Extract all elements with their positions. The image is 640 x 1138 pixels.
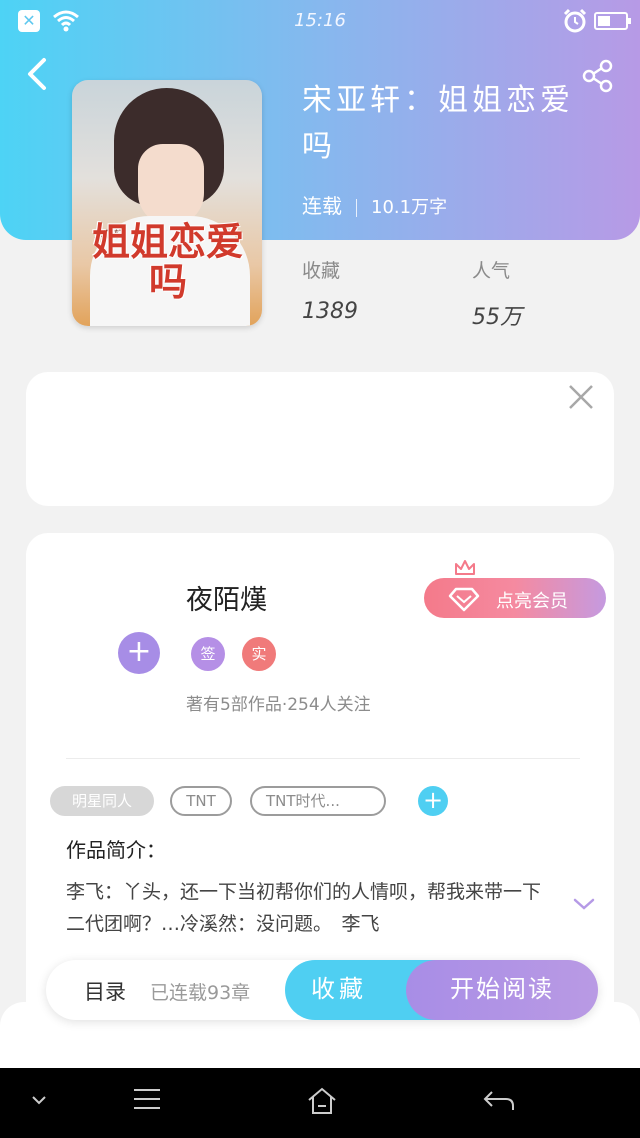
divider xyxy=(356,198,357,217)
word-count: 10.1万字 xyxy=(371,197,448,218)
signed-badge: 签 xyxy=(191,637,225,671)
intro-label: 作品简介： xyxy=(66,838,166,862)
tag-chip[interactable]: TNT时代... xyxy=(250,786,386,816)
author-stats: 著有5部作品·254人关注 xyxy=(186,695,371,715)
serial-status: 连载 xyxy=(302,194,342,218)
chapter-count: 已连载93章 xyxy=(150,982,251,1004)
divider xyxy=(66,758,580,759)
follow-author-button[interactable]: + xyxy=(118,632,160,674)
stat-value: 55万 xyxy=(472,305,522,330)
home-icon[interactable] xyxy=(306,1086,338,1116)
close-icon[interactable] xyxy=(568,384,594,410)
stat-label: 收藏 xyxy=(302,260,341,282)
chevron-down-icon[interactable] xyxy=(572,896,596,912)
book-status-line: 连载 10.1万字 xyxy=(302,190,447,219)
tag-chip[interactable]: TNT xyxy=(170,786,232,816)
book-cover[interactable]: 宋亚轩 姐姐恋爱吗 xyxy=(72,80,262,326)
author-name[interactable]: 夜陌熯 xyxy=(186,578,267,617)
book-title: 宋亚轩：姐姐恋爱吗 xyxy=(302,83,574,164)
chevron-down-icon[interactable] xyxy=(30,1094,48,1106)
add-tag-button[interactable]: + xyxy=(418,786,448,816)
cover-title-art: 姐姐恋爱吗 xyxy=(91,219,244,304)
diamond-icon xyxy=(448,587,480,612)
stat-value: 1389 xyxy=(302,299,358,324)
intro-text: 李飞：丫头，还一下当初帮你们的人情呗，帮我来带一下二代团啊？…冷溪然：没问题。 … xyxy=(66,881,542,935)
crown-icon xyxy=(455,560,475,575)
stat-label: 人气 xyxy=(472,260,511,282)
status-bar: ✕ 15:16 xyxy=(0,0,640,44)
verified-badge: 实 xyxy=(242,637,276,671)
start-reading-button[interactable]: 开始阅读 xyxy=(406,960,598,1020)
stat-favorites: 收藏 1389 xyxy=(302,256,358,324)
alarm-icon xyxy=(563,8,587,33)
toc-button[interactable]: 目录 xyxy=(84,976,126,1006)
tag-chip[interactable]: 明星同人 xyxy=(50,786,154,816)
back-nav-icon[interactable] xyxy=(482,1086,516,1114)
menu-icon[interactable] xyxy=(132,1086,162,1112)
battery-icon xyxy=(594,12,631,30)
status-time: 15:16 xyxy=(294,10,346,31)
vip-button-label: 点亮会员 xyxy=(496,591,568,612)
stat-popularity: 人气 55万 xyxy=(472,256,522,331)
ad-banner[interactable] xyxy=(26,372,614,506)
back-icon[interactable] xyxy=(22,56,52,92)
